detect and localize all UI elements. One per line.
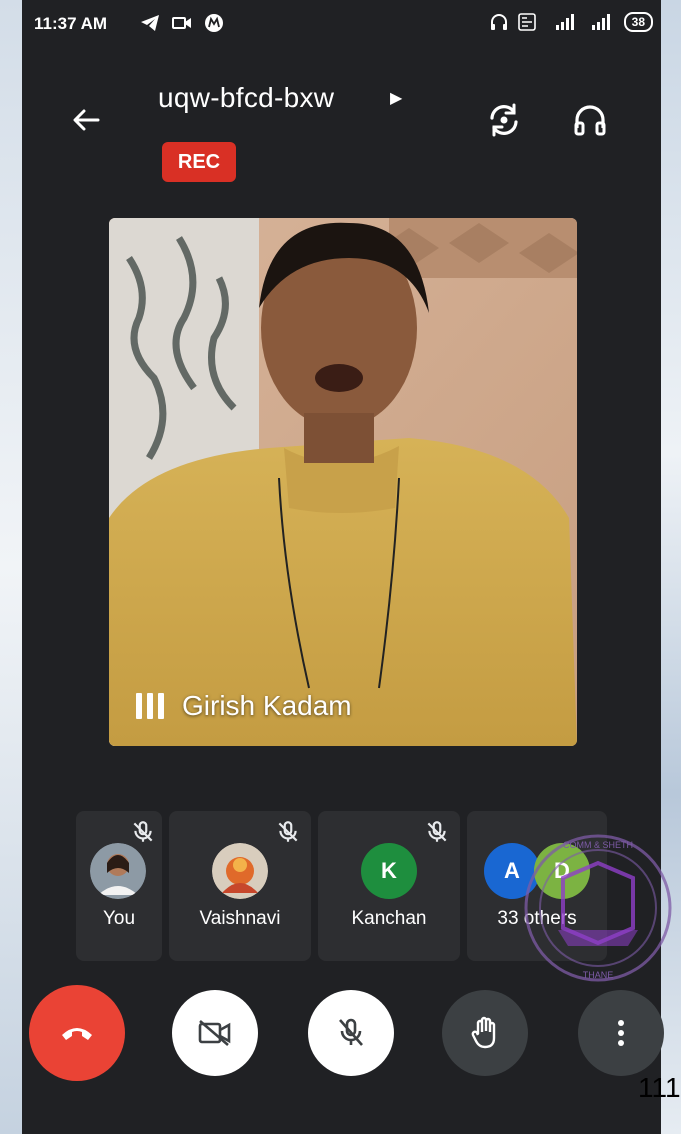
meeting-details-caret-icon[interactable]: ▶ (390, 88, 402, 108)
meeting-header: uqw-bfcd-bxw ▶ REC (22, 60, 661, 200)
video-notification-icon (172, 17, 191, 29)
avatar (212, 843, 268, 899)
speaker-video-frame (109, 218, 577, 746)
speaker-label: Girish Kadam (136, 690, 352, 722)
page-number: 111 (638, 1072, 681, 1103)
headset-status-icon (490, 14, 507, 30)
mic-toggle-button[interactable] (308, 990, 394, 1076)
mic-off-icon (278, 821, 298, 842)
mic-off-icon (339, 1018, 363, 1046)
participant-name: Kanchan (351, 908, 427, 929)
recording-badge: REC (162, 142, 236, 182)
mic-off-icon (427, 821, 447, 842)
audio-level-icon (136, 693, 164, 719)
participant-card-vaishnavi[interactable]: Vaishnavi (169, 811, 311, 961)
participant-card-you[interactable]: You (76, 811, 162, 961)
more-vert-icon (618, 1020, 624, 1046)
call-controls (22, 985, 664, 1095)
battery-indicator: 38 (623, 12, 653, 32)
camera-toggle-button[interactable] (172, 990, 258, 1076)
camera-off-icon (198, 1020, 231, 1046)
background-left (0, 0, 22, 1134)
participant-card-kanchan[interactable]: K Kanchan (318, 811, 460, 961)
audio-output-headphones-icon[interactable] (570, 100, 610, 140)
switch-camera-icon[interactable] (484, 100, 524, 140)
status-bar: 11:37 AM 38 (22, 0, 661, 48)
back-arrow-icon[interactable] (66, 100, 106, 140)
participant-name: Vaishnavi (199, 908, 281, 929)
status-time: 11:37 AM (34, 14, 108, 33)
status-left-icons (140, 13, 224, 33)
meeting-code[interactable]: uqw-bfcd-bxw (158, 82, 334, 114)
telegram-icon (141, 15, 159, 31)
volte-icon (517, 13, 536, 31)
more-options-button[interactable] (578, 990, 664, 1076)
mic-off-icon (133, 821, 153, 842)
signal-icon (591, 14, 610, 30)
end-call-icon (62, 1028, 92, 1040)
motorola-icon (205, 14, 223, 32)
svg-text:COMM & SHETH: COMM & SHETH (563, 840, 633, 850)
college-seal-stamp: COMM & SHETH THANE (524, 834, 672, 982)
active-speaker-video-tile[interactable]: Girish Kadam (109, 218, 577, 746)
avatar-initial: K (361, 843, 417, 899)
raise-hand-button[interactable] (442, 990, 528, 1076)
avatar (90, 843, 146, 899)
speaker-name: Girish Kadam (182, 690, 352, 721)
svg-text:THANE: THANE (583, 970, 614, 980)
signal-4g-icon (555, 14, 574, 30)
status-right-icons: 38 (490, 12, 653, 32)
end-call-button[interactable] (29, 985, 125, 1081)
participant-name: You (102, 908, 136, 929)
raise-hand-icon (471, 1016, 496, 1049)
